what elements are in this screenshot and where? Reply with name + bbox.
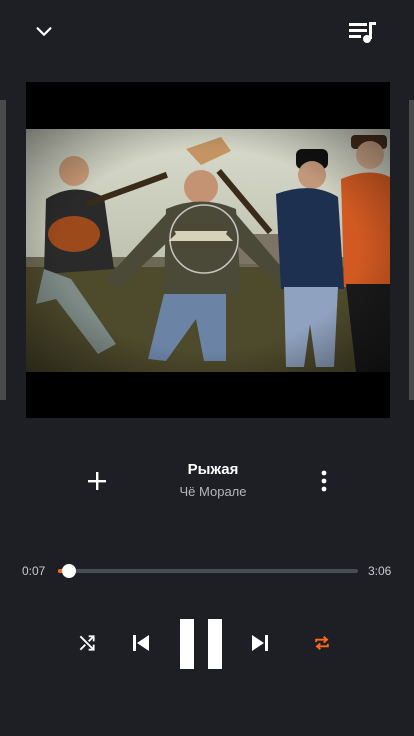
collapse-button[interactable] [24,12,64,52]
track-info-row: Рыжая Чё Морале [0,452,414,512]
shuffle-button[interactable] [70,626,104,660]
shuffle-icon [79,635,95,651]
track-artist[interactable]: Чё Морале [120,484,306,499]
repeat-button[interactable] [305,626,339,660]
album-art-frame [26,82,390,418]
repeat-icon [315,636,329,650]
queue-button[interactable] [340,12,386,52]
seek-thumb[interactable] [62,564,76,578]
playback-controls [0,612,414,676]
top-bar [0,0,414,64]
more-vertical-icon [321,470,327,492]
total-time: 3:06 [368,564,392,578]
add-to-library-button[interactable] [78,462,116,500]
more-options-button[interactable] [306,462,342,500]
chevron-down-icon [36,27,52,36]
previous-album-thumbnail[interactable] [0,100,6,400]
next-album-thumbnail[interactable] [409,100,414,400]
pause-icon [180,619,222,669]
plus-icon [88,472,106,490]
next-track-button[interactable] [243,626,277,660]
skip-next-icon [252,635,268,651]
progress-row: 0:07 3:06 [0,556,414,586]
elapsed-time: 0:07 [22,564,46,578]
play-pause-button[interactable] [176,618,226,670]
playlist-queue-icon [349,22,376,43]
seek-track [58,569,358,573]
skip-previous-icon [133,635,149,651]
track-title: Рыжая [187,461,239,478]
album-art-image[interactable] [26,129,390,372]
previous-track-button[interactable] [124,626,158,660]
seek-bar[interactable] [58,564,358,578]
